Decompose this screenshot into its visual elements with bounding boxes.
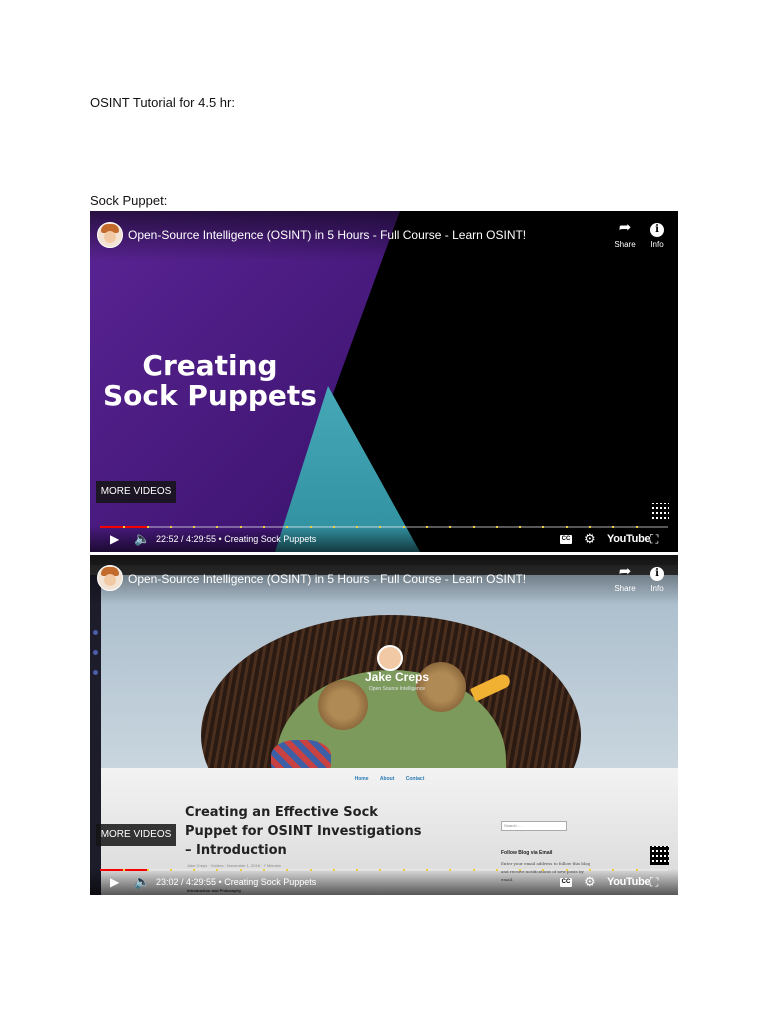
channel-avatar[interactable]: [97, 565, 123, 591]
section-label: Sock Puppet:: [90, 193, 168, 208]
qr-code-icon: [650, 846, 669, 865]
browser-side-strip: [90, 575, 101, 895]
blog-nav-contact[interactable]: Contact: [406, 776, 425, 782]
share-button[interactable]: ➦ Share: [609, 219, 641, 249]
share-arrow-icon: ➦: [618, 563, 632, 580]
volume-icon[interactable]: 🔈: [134, 531, 150, 547]
video-top-bar: Open-Source Intelligence (OSINT) in 5 Ho…: [90, 555, 678, 605]
overlay-title-line-2: Sock Puppets: [103, 379, 317, 412]
video-player-2[interactable]: Jake Creps Open Source Intelligence Home…: [90, 555, 678, 895]
info-button[interactable]: i Info: [641, 563, 673, 593]
blog-nav-home[interactable]: Home: [355, 776, 369, 782]
info-icon: i: [650, 223, 664, 237]
sock-puppet-stripe: [271, 740, 331, 768]
author-name: Jake Creps: [364, 670, 430, 684]
blog-nav-about[interactable]: About: [380, 776, 394, 782]
info-icon: i: [650, 567, 664, 581]
side-dot-icon: [93, 630, 98, 635]
volume-icon[interactable]: 🔈: [134, 874, 150, 890]
video-top-bar: Open-Source Intelligence (OSINT) in 5 Ho…: [90, 211, 678, 261]
qr-code-icon: [650, 503, 669, 522]
document-heading: OSINT Tutorial for 4.5 hr:: [90, 95, 235, 110]
video-title[interactable]: Open-Source Intelligence (OSINT) in 5 Ho…: [128, 572, 526, 586]
blog-nav: Home About Contact: [101, 776, 678, 782]
video-controls: ▶ 🔈 23:02 / 4:29:55 • Creating Sock Pupp…: [90, 869, 678, 895]
blog-search-input[interactable]: Search …: [501, 821, 567, 831]
video-overlay-title: Creating Sock Puppets: [90, 351, 330, 411]
time-display: 22:52 / 4:29:55 • Creating Sock Puppets: [156, 534, 317, 544]
play-icon[interactable]: ▶: [110, 874, 119, 890]
video-player-1[interactable]: Creating Sock Puppets Open-Source Intell…: [90, 211, 678, 552]
youtube-logo[interactable]: YouTube: [607, 531, 651, 547]
gear-icon[interactable]: ⚙: [584, 874, 596, 890]
more-videos-button[interactable]: MORE VIDEOS: [96, 824, 176, 846]
more-videos-button[interactable]: MORE VIDEOS: [96, 481, 176, 503]
info-label: Info: [650, 584, 664, 593]
video-controls: ▶ 🔈 22:52 / 4:29:55 • Creating Sock Pupp…: [90, 526, 678, 552]
share-label: Share: [614, 584, 636, 593]
author-subtitle: Open Source Intelligence: [368, 686, 426, 692]
channel-avatar[interactable]: [97, 222, 123, 248]
share-arrow-icon: ➦: [618, 219, 632, 236]
info-label: Info: [650, 240, 664, 249]
info-button[interactable]: i Info: [641, 219, 673, 249]
overlay-title-line-1: Creating: [142, 349, 278, 382]
subtitles-button[interactable]: CC: [560, 878, 572, 887]
video-title[interactable]: Open-Source Intelligence (OSINT) in 5 Ho…: [128, 228, 526, 242]
youtube-logo[interactable]: YouTube: [607, 874, 651, 890]
side-dot-icon: [93, 650, 98, 655]
exit-fullscreen-icon[interactable]: ⛶: [650, 531, 658, 547]
author-avatar: [377, 645, 403, 671]
share-label: Share: [614, 240, 636, 249]
post-meta: Jake Creps · Guides · November 1, 2018 ·…: [187, 863, 281, 868]
exit-fullscreen-icon[interactable]: ⛶: [650, 874, 658, 890]
post-title[interactable]: Creating an Effective Sock Puppet for OS…: [185, 803, 425, 860]
subtitles-button[interactable]: CC: [560, 535, 572, 544]
share-button[interactable]: ➦ Share: [609, 563, 641, 593]
play-icon[interactable]: ▶: [110, 531, 119, 547]
side-dot-icon: [93, 670, 98, 675]
follow-blog-heading: Follow Blog via Email: [501, 850, 553, 856]
time-display: 23:02 / 4:29:55 • Creating Sock Puppets: [156, 877, 317, 887]
gear-icon[interactable]: ⚙: [584, 531, 596, 547]
